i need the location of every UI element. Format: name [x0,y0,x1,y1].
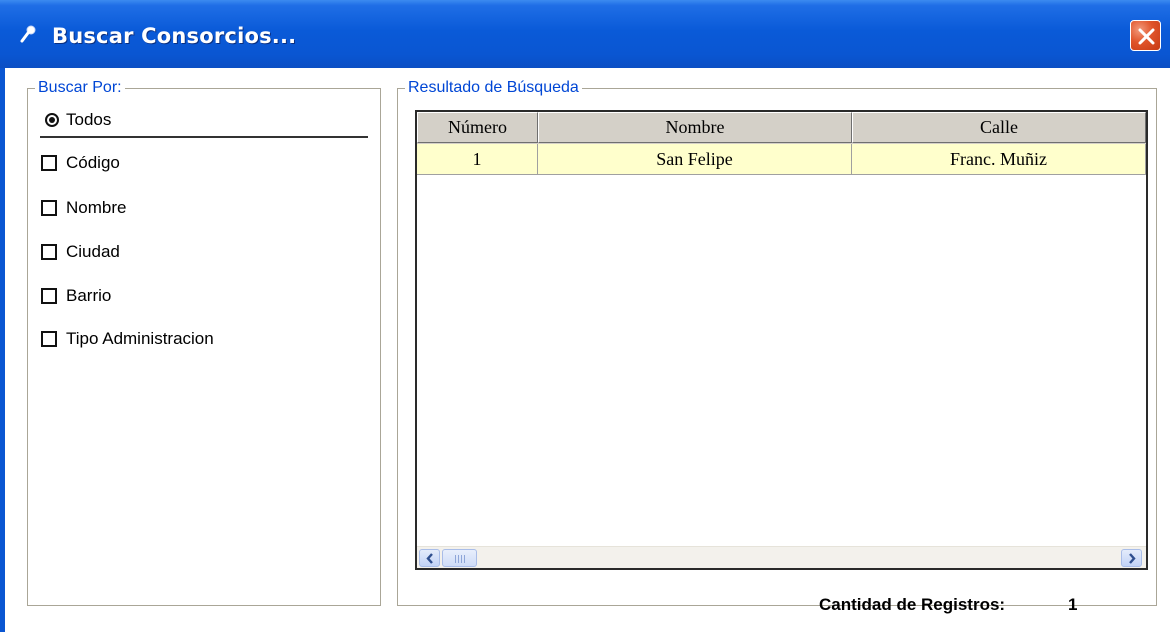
scroll-thumb[interactable] [442,549,477,567]
table-row[interactable]: 1 San Felipe Franc. Muñiz [417,144,1146,175]
column-header-numero[interactable]: Número [417,112,538,143]
column-header-nombre[interactable]: Nombre [538,112,852,143]
checkbox-box[interactable] [41,331,57,347]
dialog-body: Buscar Por: Todos Código Nombre Ciudad B… [5,68,1170,632]
checkbox-box[interactable] [41,288,57,304]
chevron-right-icon [1129,553,1136,564]
horizontal-scrollbar[interactable] [417,546,1146,568]
results-group: Resultado de Búsqueda Número Nombre Call… [397,79,1157,614]
results-grid[interactable]: Número Nombre Calle 1 San Felipe Franc. … [415,110,1148,570]
checkbox-label: Ciudad [66,242,120,261]
cell-nombre[interactable]: San Felipe [538,144,852,175]
radio-todos-label: Todos [66,110,112,129]
checkbox-barrio[interactable]: Barrio [41,286,111,306]
checkbox-box[interactable] [41,200,57,216]
cell-numero[interactable]: 1 [417,144,538,175]
radio-selected-icon[interactable] [45,113,59,127]
grid-header: Número Nombre Calle [417,112,1146,144]
checkbox-box[interactable] [41,244,57,260]
column-header-calle[interactable]: Calle [852,112,1146,143]
close-icon [1138,28,1155,45]
scroll-right-button[interactable] [1121,549,1142,567]
checkbox-label: Tipo Administracion [66,329,214,348]
checkbox-codigo[interactable]: Código [41,153,120,173]
search-by-group: Buscar Por: Todos Código Nombre Ciudad B… [27,79,381,606]
cell-calle[interactable]: Franc. Muñiz [852,144,1146,175]
magnifier-icon [20,25,36,45]
radio-todos[interactable]: Todos [45,110,111,130]
window-title: Buscar Consorcios... [52,24,297,48]
separator [40,136,368,138]
close-button[interactable] [1130,20,1161,51]
checkbox-tipo-administracion[interactable]: Tipo Administracion [41,329,214,349]
chevron-left-icon [426,553,433,564]
checkbox-label: Nombre [66,198,127,217]
results-legend: Resultado de Búsqueda [405,79,582,97]
search-by-legend: Buscar Por: [35,79,125,97]
checkbox-label: Código [66,153,120,172]
checkbox-ciudad[interactable]: Ciudad [41,242,120,262]
checkbox-nombre[interactable]: Nombre [41,198,126,218]
checkbox-box[interactable] [41,155,57,171]
scroll-left-button[interactable] [419,549,440,567]
checkbox-label: Barrio [66,286,112,305]
record-count-value: 1 [1068,595,1078,614]
title-bar[interactable]: Buscar Consorcios... [0,0,1170,68]
record-count-label: Cantidad de Registros: [819,595,1006,614]
